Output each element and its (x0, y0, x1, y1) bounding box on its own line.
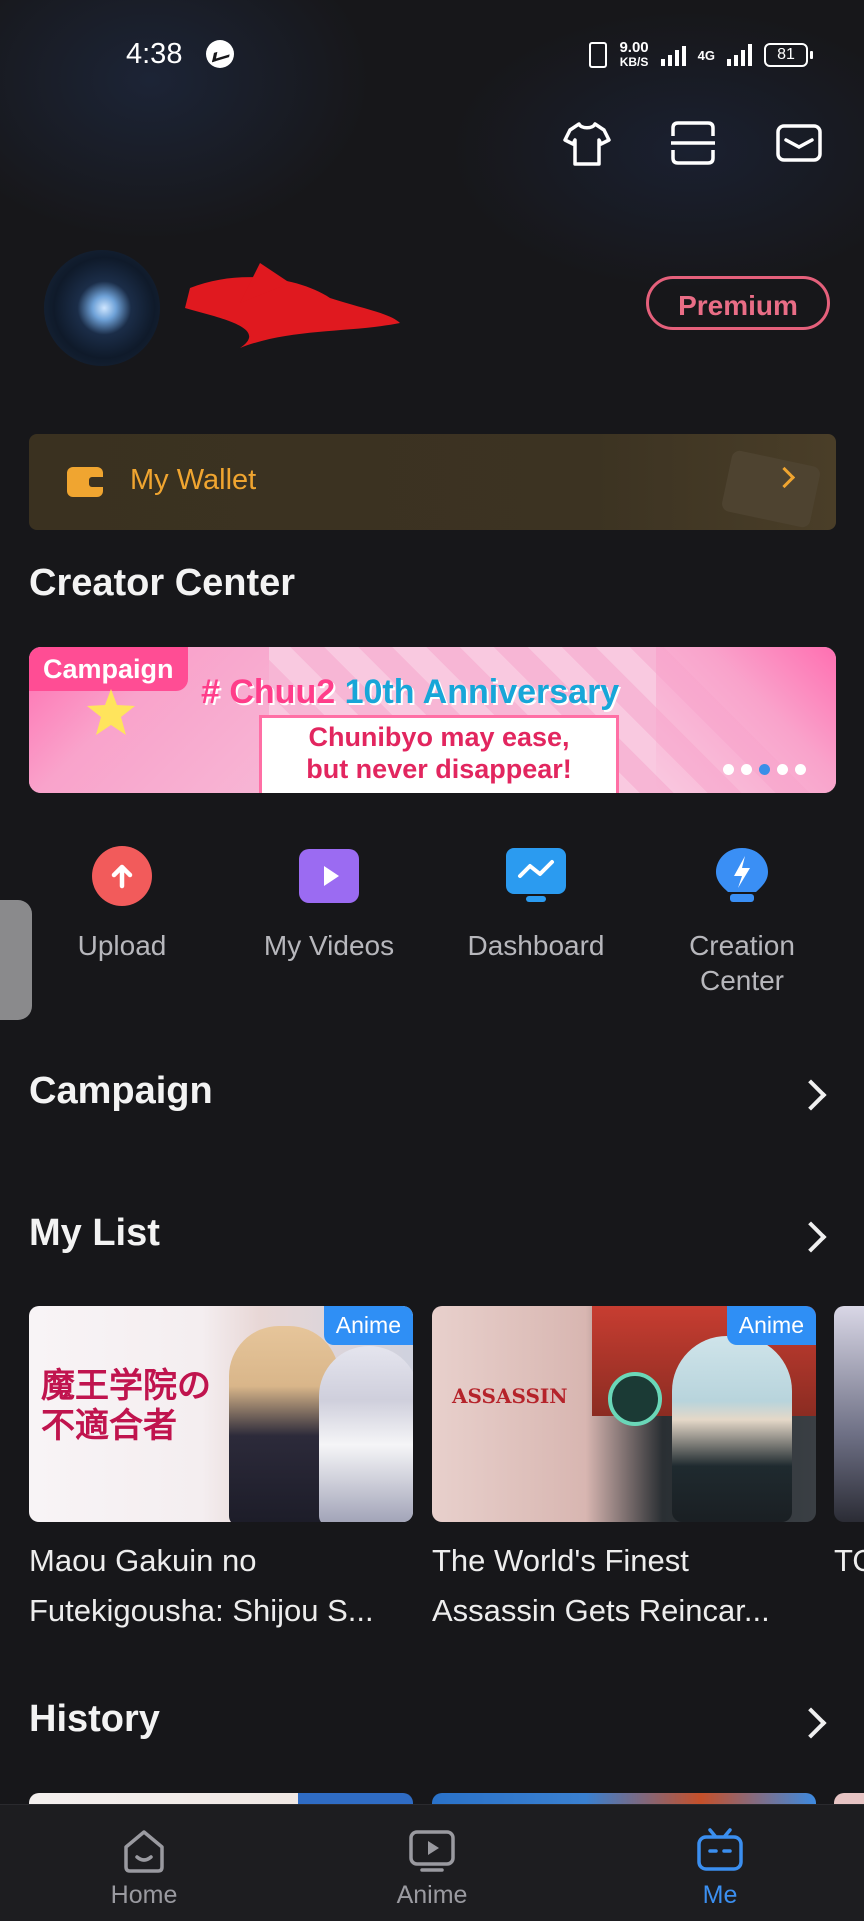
avatar[interactable] (44, 250, 160, 366)
scan-icon[interactable] (668, 118, 718, 168)
net-speed-value: 9.00 (619, 39, 649, 56)
banner-headline: # Chuu2 10th Anniversary (201, 673, 619, 712)
my-wallet-row[interactable]: My Wallet (29, 434, 836, 530)
campaign-section-title[interactable]: Campaign (29, 1070, 213, 1113)
chevron-right-icon[interactable] (795, 1079, 827, 1111)
anime-title-peek: TO (834, 1543, 864, 1578)
home-icon (120, 1827, 168, 1875)
tool-creation-center[interactable]: Creation Center (642, 846, 842, 998)
upload-icon (92, 846, 152, 906)
vibrate-icon (589, 42, 608, 68)
anime-thumbnail-peek[interactable] (834, 1306, 864, 1522)
tab-label: Anime (396, 1881, 468, 1909)
tool-label: Creation Center (689, 930, 795, 996)
lightbulb-icon (712, 846, 772, 906)
chevron-right-icon[interactable] (795, 1221, 827, 1253)
wallet-icon (67, 467, 103, 497)
dashboard-icon (506, 846, 566, 906)
tool-label: My Videos (263, 930, 395, 961)
banner-subline-1: Chunibyo may ease, (308, 722, 570, 752)
wallet-decoration (720, 449, 822, 529)
tab-home[interactable]: Home (44, 1805, 244, 1910)
status-bar: 4:38 9.00 KB/S 4G 81 (0, 36, 864, 76)
chevron-right-icon[interactable] (795, 1707, 827, 1739)
premium-button[interactable]: Premium (646, 276, 830, 330)
wallet-label: My Wallet (130, 464, 257, 496)
tool-label: Dashboard (467, 930, 605, 961)
tool-label: Upload (77, 930, 167, 961)
redacted-username (185, 263, 400, 348)
list-item[interactable]: 魔王学院の不適合者 Anime Maou Gakuin no Futekigou… (29, 1306, 413, 1636)
thumbnail-logo: ASSASSIN (452, 1384, 568, 1408)
tool-my-videos[interactable]: My Videos (229, 846, 429, 963)
anime-badge: Anime (726, 1306, 816, 1345)
tab-anime[interactable]: Anime (332, 1805, 532, 1910)
shirt-icon[interactable] (562, 118, 612, 168)
banner-subline-2: but never disappear! (306, 754, 572, 784)
banner-headline-hash: # Chuu2 (201, 673, 345, 711)
mail-icon[interactable] (774, 118, 824, 168)
play-icon (299, 846, 359, 906)
messenger-icon (206, 40, 234, 68)
anime-title-line-1: Maou Gakuin no (29, 1543, 257, 1578)
star-icon (87, 689, 135, 735)
banner-headline-rest: 10th Anniversary (344, 673, 620, 711)
wifi-signal-icon (660, 44, 686, 66)
battery-indicator: 81 (764, 43, 813, 67)
tv-play-icon (408, 1827, 456, 1875)
anime-title-line-1: The World's Finest (432, 1543, 689, 1578)
carousel-dots (723, 764, 806, 775)
status-time: 4:38 (126, 38, 183, 70)
anime-title-line-2: Assassin Gets Reincar... (432, 1593, 770, 1628)
my-list-title[interactable]: My List (29, 1212, 160, 1255)
cell-signal-icon (727, 44, 752, 66)
anime-badge: Anime (323, 1306, 413, 1345)
banner-tag: Campaign (29, 647, 188, 691)
tab-me[interactable]: Me (620, 1805, 820, 1910)
network-type: 4G (697, 47, 715, 63)
bottom-tab-bar: Home Anime Me (0, 1804, 864, 1921)
anime-thumbnail: ASSASSIN Anime (432, 1306, 816, 1522)
tv-face-icon (696, 1827, 744, 1875)
thumbnail-logo: 魔王学院の不適合者 (41, 1366, 211, 1446)
tool-dashboard[interactable]: Dashboard (436, 846, 636, 963)
net-speed-unit: KB/S (619, 55, 649, 69)
creator-center-title: Creator Center (29, 562, 296, 604)
floating-side-handle[interactable] (0, 900, 32, 1020)
campaign-banner[interactable]: Campaign # Chuu2 10th Anniversary Chunib… (29, 647, 836, 793)
tool-upload[interactable]: Upload (22, 846, 222, 963)
tab-label: Home (110, 1881, 178, 1909)
banner-subline: Chunibyo may ease, but never disappear! (269, 721, 609, 785)
header-actions (562, 118, 824, 168)
anime-thumbnail: 魔王学院の不適合者 Anime (29, 1306, 413, 1522)
net-speed: 9.00 KB/S (619, 40, 648, 70)
anime-title-line-2: Futekigousha: Shijou S... (29, 1593, 374, 1628)
tab-label: Me (702, 1881, 738, 1909)
list-item[interactable]: ASSASSIN Anime The World's Finest Assass… (432, 1306, 816, 1636)
history-title[interactable]: History (29, 1698, 160, 1741)
